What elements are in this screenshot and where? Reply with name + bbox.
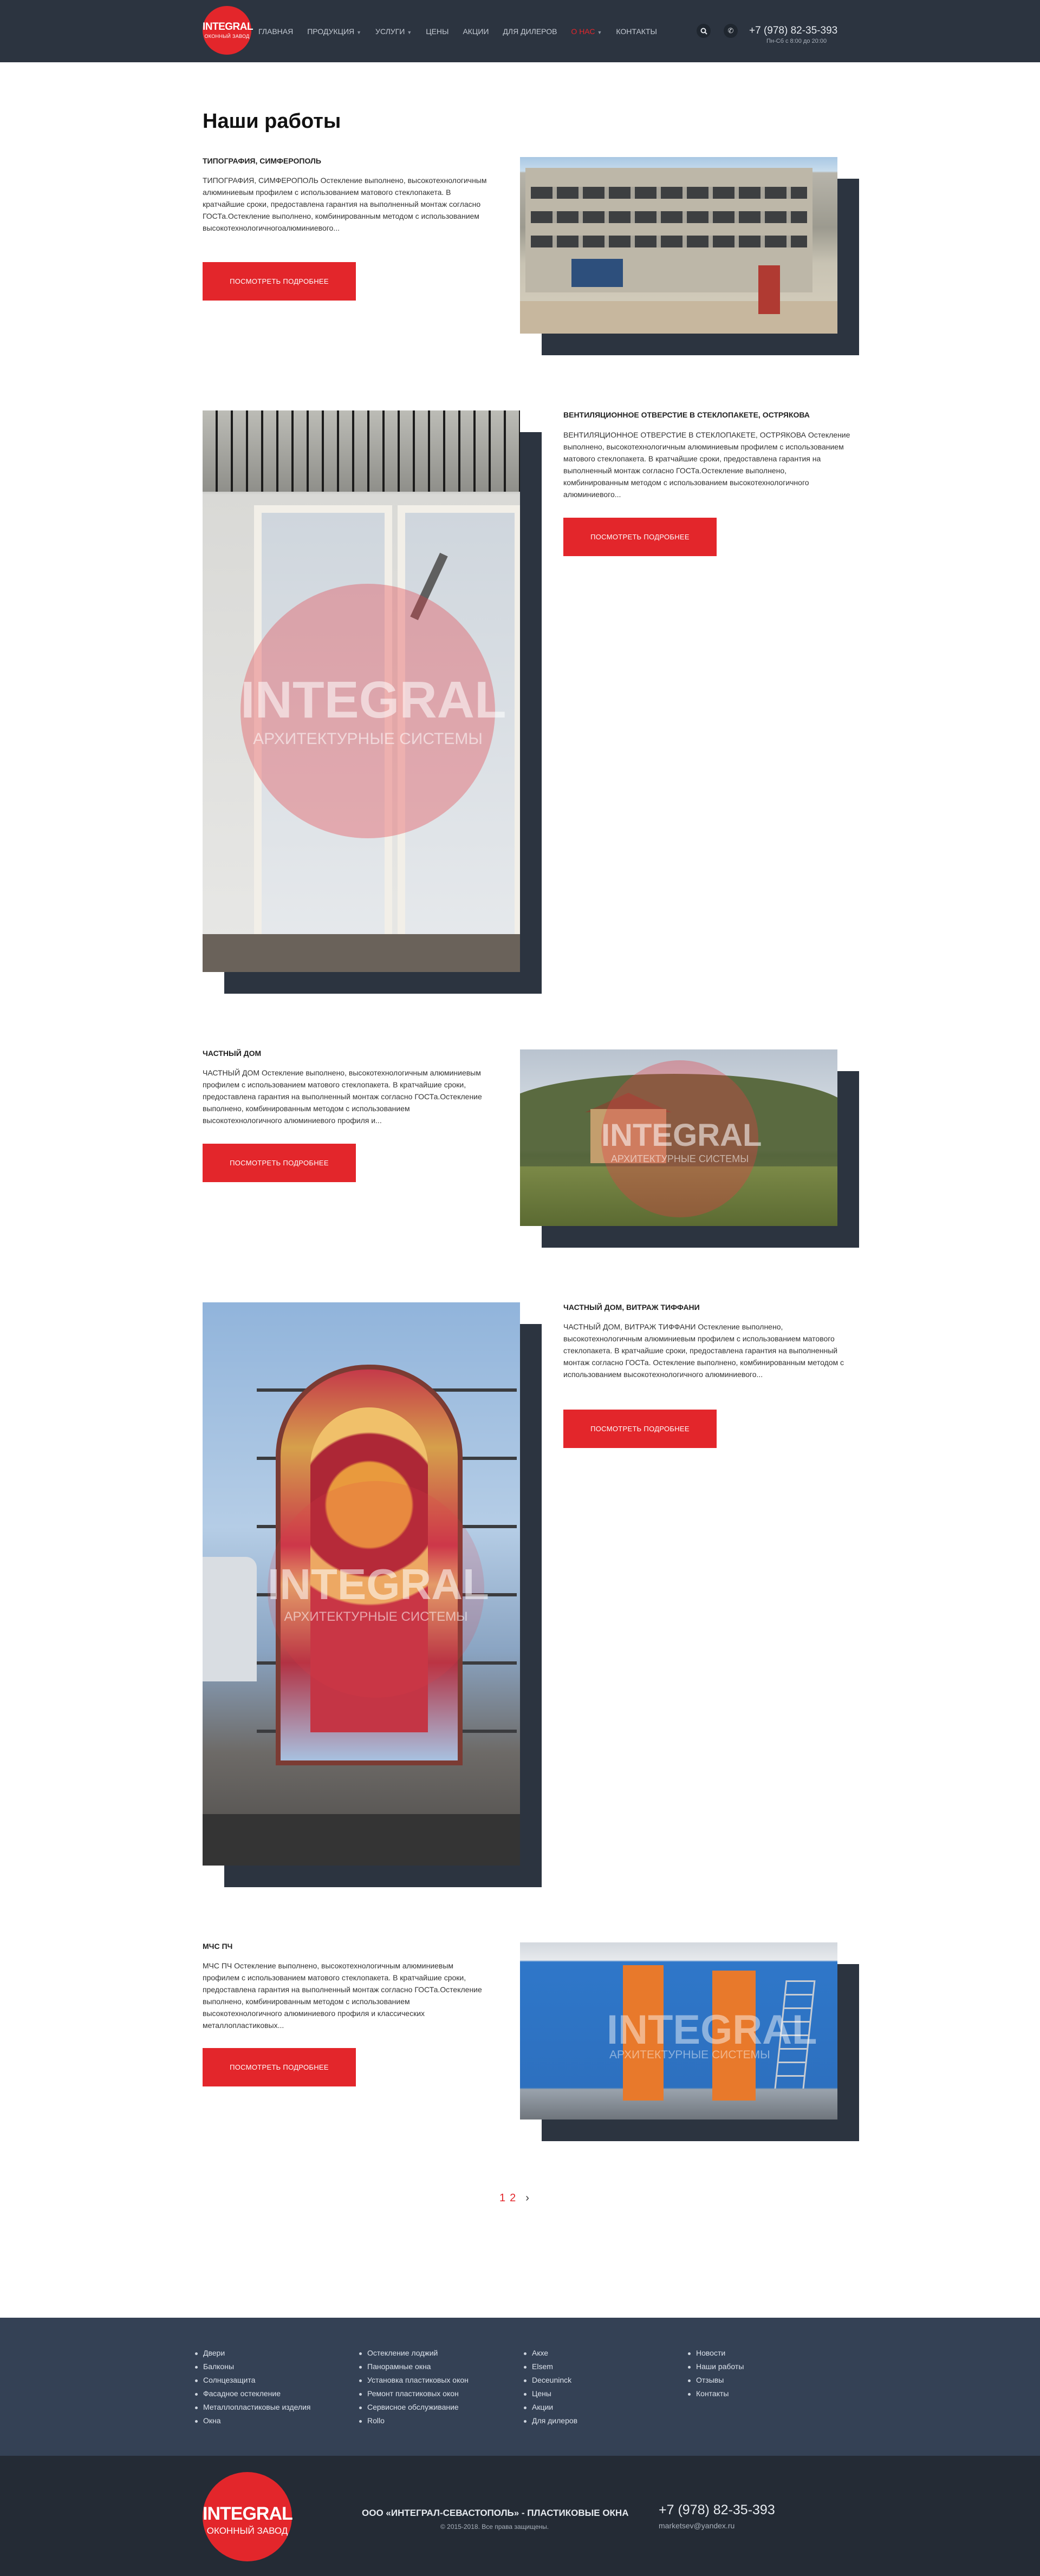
footer-link[interactable]: Ремонт пластиковых окон [359,2387,469,2401]
phone-icon: ✆ [727,27,734,35]
work-description: ЧАСТНЫЙ ДОМ, ВИТРАЖ ТИФФАНИ Остекление в… [563,1322,844,1379]
chevron-down-icon: ▼ [356,30,362,35]
work-title[interactable]: ВЕНТИЛЯЦИОННОЕ ОТВЕРСТИЕ В СТЕКЛОПАКЕТЕ,… [563,410,810,419]
footer-email[interactable]: marketsev@yandex.ru [659,2521,734,2530]
footer-column-company: Новости Наши работы Отзывы Контакты [688,2346,744,2401]
work-title[interactable]: ЧАСТНЫЙ ДОМ, ВИТРАЖ ТИФФАНИ [563,1303,700,1312]
page-link[interactable]: 2 [510,2192,516,2204]
footer-column-brands: Акхе Elsem Deceuninck Цены Акции Для дил… [524,2346,577,2428]
work-description: ТИПОГРАФИЯ, СИМФЕРОПОЛЬ Остекление выпол… [203,176,487,232]
footer-link[interactable]: Балконы [195,2360,310,2373]
search-icon [700,28,707,35]
footer-link[interactable]: Солнцезащита [195,2373,310,2387]
footer-link[interactable]: Двери [195,2346,310,2360]
work-title[interactable]: ТИПОГРАФИЯ, СИМФЕРОПОЛЬ [203,156,321,165]
watermark-sub: АРХИТЕКТУРНЫЕ СИСТЕМЫ [609,2049,770,2061]
nav-contacts[interactable]: КОНТАКТЫ [616,27,657,36]
pagination: 1 2 › [499,2192,529,2205]
nav-services[interactable]: УСЛУГИ ▼ [375,27,412,36]
copyright: © 2015-2018. Все права защищены. [440,2523,549,2531]
site-logo[interactable]: INTEGRAL ОКОННЫЙ ЗАВОД [203,6,253,55]
watermark: INTEGRAL АРХИТЕКТУРНЫЕ СИСТЕМЫ [601,1060,762,1217]
site-header: INTEGRAL ОКОННЫЙ ЗАВОД ГЛАВНАЯ ПРОДУКЦИЯ… [0,0,1040,62]
work-photo[interactable]: INTEGRAL АРХИТЕКТУРНЫЕ СИСТЕМЫ [203,1302,520,1866]
logo-sub-text: ОКОННЫЙ ЗАВОД [204,34,250,39]
footer-column-services: Остекление лоджий Панорамные окна Устано… [359,2346,469,2428]
footer-link[interactable]: Акхе [524,2346,577,2360]
footer-link[interactable]: Цены [524,2387,577,2401]
watermark: INTEGRAL АРХИТЕКТУРНЫЕ СИСТЕМЫ [268,1481,489,1698]
footer-link[interactable]: Акции [524,2401,577,2414]
page-current[interactable]: 1 [499,2192,505,2204]
company-name: ООО «ИНТЕГРАЛ-СЕВАСТОПОЛЬ» - ПЛАСТИКОВЫЕ… [362,2508,629,2518]
search-button[interactable] [697,24,711,38]
nav-prices[interactable]: ЦЕНЫ [426,27,448,36]
next-page-icon[interactable]: › [525,2192,529,2204]
site-footer: INTEGRAL ОКОННЫЙ ЗАВОД ООО «ИНТЕГРАЛ-СЕВ… [0,2456,1040,2576]
footer-link[interactable]: Металлопластиковые изделия [195,2401,310,2414]
footer-link[interactable]: Наши работы [688,2360,744,2373]
logo-main-text: INTEGRAL [203,2503,293,2524]
view-details-button[interactable]: ПОСМОТРЕТЬ ПОДРОБНЕЕ [563,1410,717,1448]
footer-logo[interactable]: INTEGRAL ОКОННЫЙ ЗАВОД [203,2472,293,2561]
watermark: INTEGRAL [607,2007,817,2053]
footer-link[interactable]: Deceuninck [524,2373,577,2387]
chevron-down-icon: ▼ [597,30,602,35]
footer-link[interactable]: Сервисное обслуживание [359,2401,469,2414]
call-button[interactable]: ✆ [724,24,738,38]
watermark: INTEGRAL АРХИТЕКТУРНЫЕ СИСТЕМЫ [240,584,506,838]
view-details-button[interactable]: ПОСМОТРЕТЬ ПОДРОБНЕЕ [563,518,717,556]
work-description: МЧС ПЧ Остекление выполнено, высокотехно… [203,1961,482,2030]
footer-link[interactable]: Панорамные окна [359,2360,469,2373]
footer-link[interactable]: Для дилеров [524,2414,577,2428]
main-nav: ГЛАВНАЯ ПРОДУКЦИЯ ▼ УСЛУГИ ▼ ЦЕНЫ АКЦИИ ДЛ… [258,27,671,36]
work-photo[interactable]: INTEGRAL АРХИТЕКТУРНЫЕ СИСТЕМЫ [203,410,520,972]
page-title: Наши работы [203,110,341,133]
nav-dealers[interactable]: ДЛЯ ДИЛЕРОВ [503,27,557,36]
footer-links: Двери Балконы Солнцезащита Фасадное осте… [0,2318,1040,2456]
footer-link[interactable]: Rollo [359,2414,469,2428]
work-title[interactable]: ЧАСТНЫЙ ДОМ [203,1049,261,1058]
footer-link[interactable]: Остекление лоджий [359,2346,469,2360]
footer-link[interactable]: Установка пластиковых окон [359,2373,469,2387]
nav-products[interactable]: ПРОДУКЦИЯ ▼ [307,27,361,36]
nav-about[interactable]: О НАС ▼ [571,27,602,36]
footer-link[interactable]: Контакты [688,2387,744,2401]
footer-column-products: Двери Балконы Солнцезащита Фасадное осте… [195,2346,310,2428]
header-hours: Пн-Сб с 8:00 до 20:00 [766,38,827,44]
logo-main-text: INTEGRAL [203,21,253,32]
work-photo[interactable] [520,157,837,334]
logo-sub-text: ОКОННЫЙ ЗАВОД [206,2526,288,2536]
work-title[interactable]: МЧС ПЧ [203,1942,232,1951]
header-phone[interactable]: +7 (978) 82-35-393 [749,25,837,37]
chevron-down-icon: ▼ [407,30,412,35]
nav-home[interactable]: ГЛАВНАЯ [258,27,293,36]
work-description: ЧАСТНЫЙ ДОМ Остекление выполнено, высоко… [203,1068,482,1125]
view-details-button[interactable]: ПОСМОТРЕТЬ ПОДРОБНЕЕ [203,2048,356,2086]
footer-phone[interactable]: +7 (978) 82-35-393 [659,2502,775,2518]
work-description: ВЕНТИЛЯЦИОННОЕ ОТВЕРСТИЕ В СТЕКЛОПАКЕТЕ,… [563,431,850,499]
work-photo[interactable]: INTEGRAL АРХИТЕКТУРНЫЕ СИСТЕМЫ [520,1942,837,2120]
footer-link[interactable]: Фасадное остекление [195,2387,310,2401]
footer-link[interactable]: Elsem [524,2360,577,2373]
footer-link[interactable]: Новости [688,2346,744,2360]
view-details-button[interactable]: ПОСМОТРЕТЬ ПОДРОБНЕЕ [203,1144,356,1182]
footer-link[interactable]: Окна [195,2414,310,2428]
footer-link[interactable]: Отзывы [688,2373,744,2387]
nav-promotions[interactable]: АКЦИИ [463,27,489,36]
view-details-button[interactable]: ПОСМОТРЕТЬ ПОДРОБНЕЕ [203,262,356,301]
work-photo[interactable]: INTEGRAL АРХИТЕКТУРНЫЕ СИСТЕМЫ [520,1049,837,1226]
